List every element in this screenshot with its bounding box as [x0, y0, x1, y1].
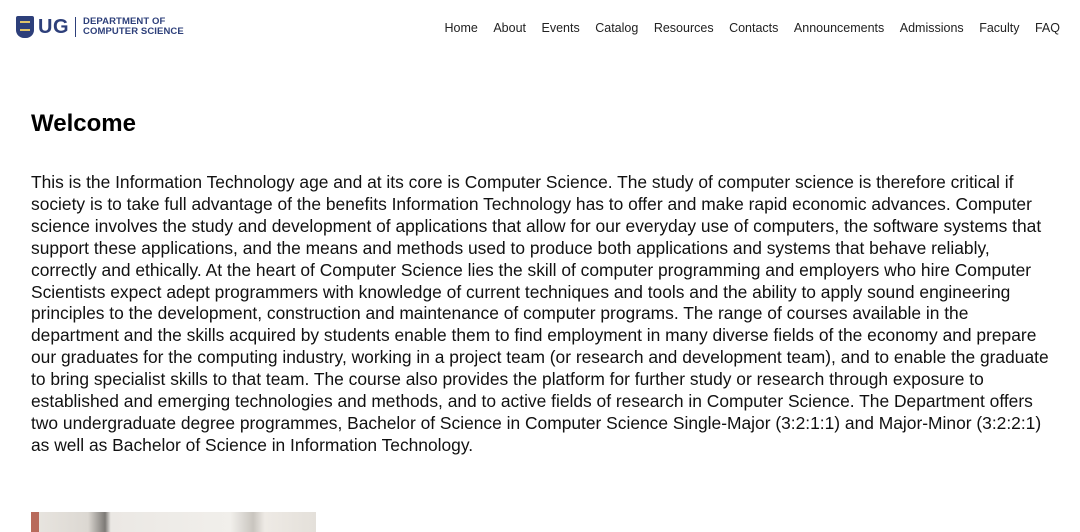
nav-events[interactable]: Events — [542, 21, 580, 35]
department-name-line2: COMPUTER SCIENCE — [83, 26, 184, 37]
logo-divider — [75, 17, 76, 37]
logo-mark: UG — [38, 16, 69, 38]
nav-faq[interactable]: FAQ — [1035, 21, 1060, 35]
nav-faculty[interactable]: Faculty — [979, 21, 1019, 35]
university-crest-icon — [16, 16, 34, 38]
nav-home[interactable]: Home — [445, 21, 478, 35]
site-logo[interactable]: UG DEPARTMENT OF COMPUTER SCIENCE — [16, 14, 184, 40]
page-title: Welcome — [31, 110, 136, 137]
top-navigation-bar: UG DEPARTMENT OF COMPUTER SCIENCE Home A… — [0, 0, 1080, 56]
nav-admissions[interactable]: Admissions — [900, 21, 964, 35]
welcome-paragraph: This is the Information Technology age a… — [31, 172, 1049, 455]
department-name: DEPARTMENT OF COMPUTER SCIENCE — [83, 17, 184, 37]
nav-resources[interactable]: Resources — [654, 21, 714, 35]
nav-catalog[interactable]: Catalog — [595, 21, 638, 35]
main-menu: Home About Events Catalog Resources Cont… — [429, 21, 1061, 35]
nav-announcements[interactable]: Announcements — [794, 21, 884, 35]
department-photo — [31, 512, 316, 532]
nav-contacts[interactable]: Contacts — [729, 21, 778, 35]
nav-about[interactable]: About — [493, 21, 526, 35]
